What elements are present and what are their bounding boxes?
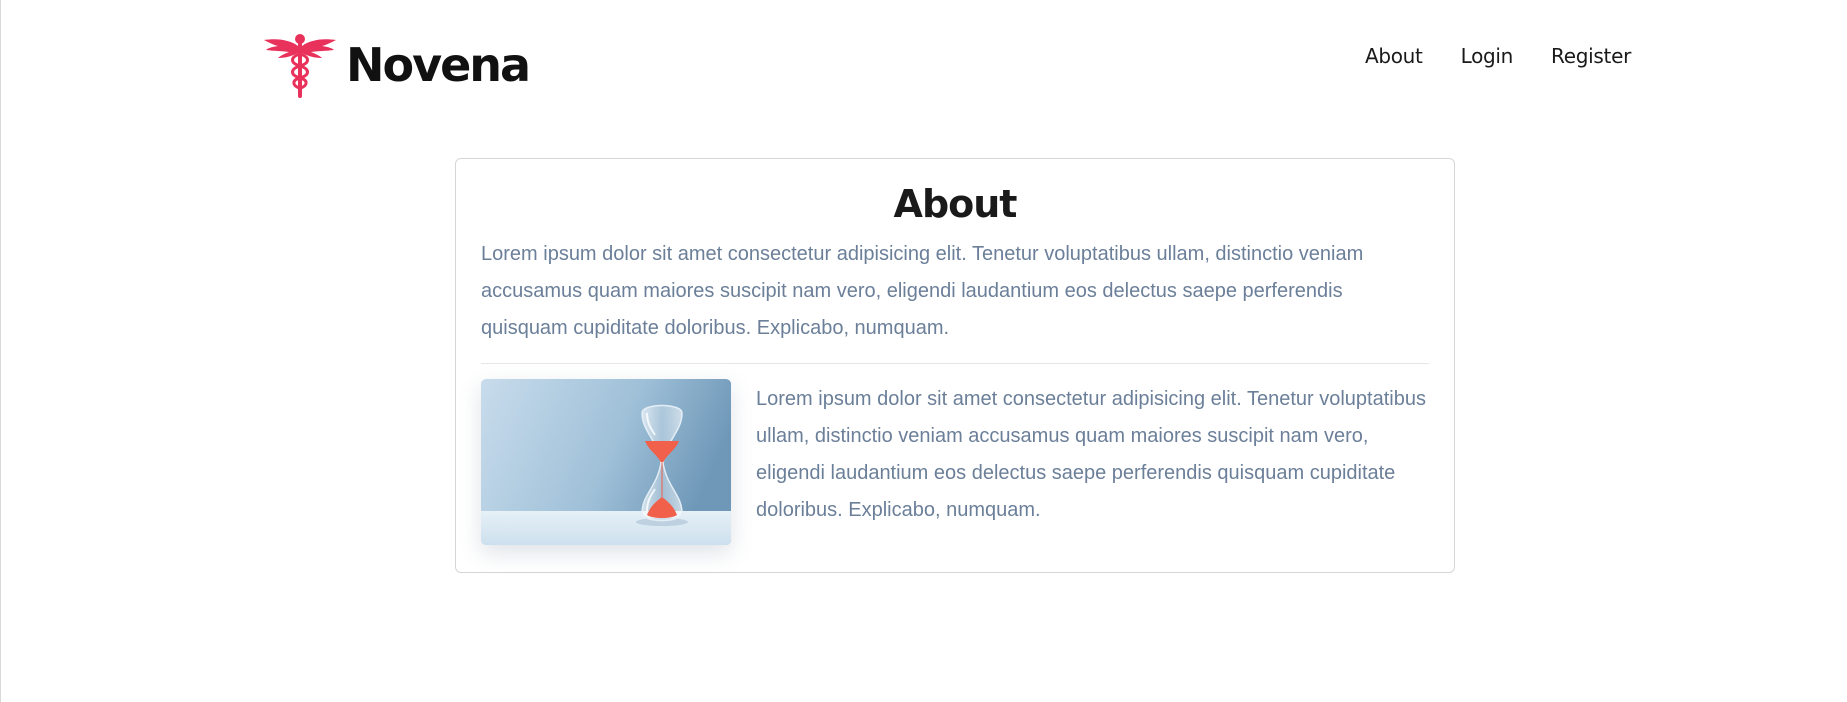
about-card: About Lorem ipsum dolor sit amet consect…: [455, 158, 1455, 573]
brand-logo-link[interactable]: Novena: [262, 30, 531, 100]
window-left-border: [0, 0, 1, 702]
about-media-row: Lorem ipsum dolor sit amet consectetur a…: [481, 379, 1429, 545]
brand-name: Novena: [346, 38, 531, 92]
hourglass-photo: [481, 379, 731, 545]
section-divider: [481, 363, 1429, 364]
about-title: About: [893, 182, 1018, 226]
nav-link-about[interactable]: About: [1365, 44, 1423, 68]
about-lead-text: Lorem ipsum dolor sit amet consectetur a…: [481, 243, 1364, 339]
nav-link-login[interactable]: Login: [1461, 44, 1514, 68]
caduceus-icon: [264, 34, 336, 98]
nav-link-register[interactable]: Register: [1551, 44, 1631, 68]
top-nav: About Login Register: [1365, 44, 1631, 68]
about-body-text: Lorem ipsum dolor sit amet consectetur a…: [756, 388, 1426, 521]
